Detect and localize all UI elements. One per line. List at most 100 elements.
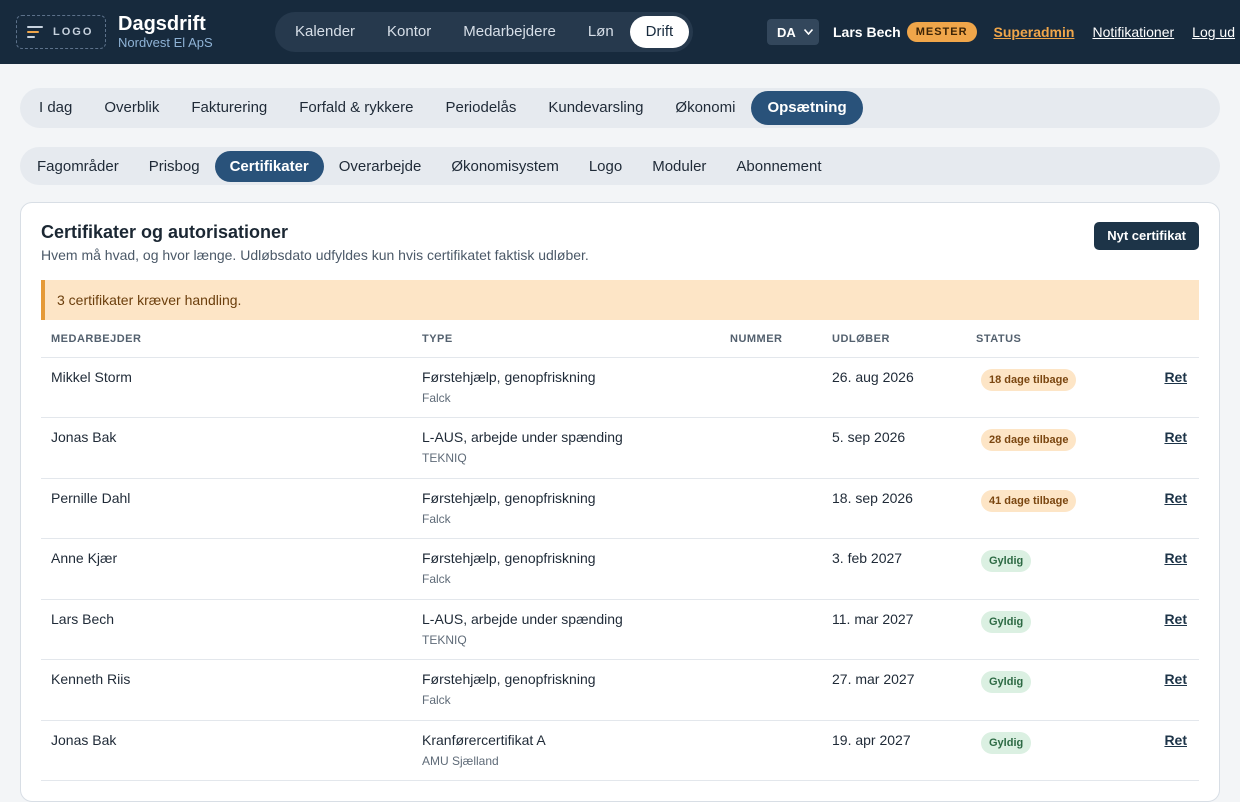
superadmin-link[interactable]: Superadmin bbox=[994, 24, 1075, 40]
tab-i-dag[interactable]: I dag bbox=[23, 91, 88, 125]
edit-link[interactable]: Ret bbox=[1164, 732, 1187, 748]
settings-subtabs: Fagområder Prisbog Certifikater Overarbe… bbox=[20, 147, 1220, 185]
cell-type: Førstehjælp, genopfriskning Falck bbox=[412, 538, 720, 600]
app-name: Dagsdrift bbox=[118, 13, 206, 35]
subtab-logo[interactable]: Logo bbox=[574, 151, 637, 182]
subtab-fagomraader[interactable]: Fagområder bbox=[22, 151, 134, 182]
role-badge: MESTER bbox=[906, 22, 977, 42]
tab-okonomi[interactable]: Økonomi bbox=[659, 91, 751, 125]
main-nav-drift[interactable]: Drift bbox=[629, 16, 690, 48]
cell-expires: 27. mar 2027 bbox=[822, 659, 966, 721]
cert-type: Førstehjælp, genopfriskning bbox=[422, 550, 596, 566]
logo-text: LOGO bbox=[53, 26, 94, 38]
cert-issuer: AMU Sjælland bbox=[422, 753, 499, 768]
tab-opsaetning[interactable]: Opsætning bbox=[751, 91, 863, 125]
main-nav-medarbejdere[interactable]: Medarbejdere bbox=[447, 16, 572, 48]
cert-issuer: Falck bbox=[422, 390, 451, 405]
logo-placeholder[interactable]: LOGO bbox=[16, 15, 106, 49]
cell-expires: 5. sep 2026 bbox=[822, 417, 966, 479]
col-header-action bbox=[1126, 321, 1199, 358]
col-header-status: STATUS bbox=[966, 321, 1126, 358]
cell-employee: Pernille Dahl bbox=[41, 478, 412, 539]
cell-status: 41 dage tilbage bbox=[966, 478, 1126, 539]
edit-link[interactable]: Ret bbox=[1164, 429, 1187, 445]
cert-issuer: TEKNIQ bbox=[422, 451, 467, 465]
new-certificate-button[interactable]: Nyt certifikat bbox=[1094, 222, 1199, 250]
table-header-row: MEDARBEJDER TYPE NUMMER UDLØBER STATUS bbox=[41, 321, 1199, 358]
subtab-certifikater[interactable]: Certifikater bbox=[214, 150, 324, 182]
table-row: Anne Kjær Førstehjælp, genopfriskning Fal… bbox=[41, 538, 1199, 600]
user-name: Lars Bech bbox=[833, 24, 901, 40]
cell-action: Ret bbox=[1126, 357, 1199, 418]
certificates-table: MEDARBEJDER TYPE NUMMER UDLØBER STATUS M… bbox=[41, 321, 1199, 781]
subtab-okonomisystem[interactable]: Økonomisystem bbox=[436, 151, 574, 182]
cell-status: Gyldig bbox=[966, 599, 1126, 660]
cell-expires: 11. mar 2027 bbox=[822, 599, 966, 660]
status-badge: Gyldig bbox=[981, 550, 1032, 572]
cell-employee: Anne Kjær bbox=[41, 538, 412, 600]
language-value: DA bbox=[777, 24, 796, 40]
main-nav-kontor[interactable]: Kontor bbox=[371, 16, 447, 48]
tab-periodelaas[interactable]: Periodelås bbox=[429, 91, 532, 125]
cert-issuer: Falck bbox=[422, 693, 451, 707]
chevron-down-icon bbox=[803, 29, 813, 35]
status-badge: 18 dage tilbage bbox=[981, 368, 1077, 391]
table-row: Jonas Bak L-AUS, arbejde under spænding T… bbox=[41, 417, 1199, 479]
status-badge: Gyldig bbox=[981, 610, 1032, 633]
cell-expires: 18. sep 2026 bbox=[822, 478, 966, 539]
edit-link[interactable]: Ret bbox=[1164, 369, 1187, 385]
edit-link[interactable]: Ret bbox=[1164, 611, 1187, 627]
tab-forfald-rykkere[interactable]: Forfald & rykkere bbox=[283, 91, 429, 125]
tab-fakturering[interactable]: Fakturering bbox=[175, 91, 283, 125]
subtab-overarbejde[interactable]: Overarbejde bbox=[324, 151, 437, 182]
main-nav-kalender[interactable]: Kalender bbox=[279, 16, 371, 48]
edit-link[interactable]: Ret bbox=[1164, 490, 1187, 506]
cell-type: L-AUS, arbejde under spænding TEKNIQ bbox=[412, 599, 720, 660]
subtab-moduler[interactable]: Moduler bbox=[637, 151, 721, 182]
cell-action: Ret bbox=[1126, 659, 1199, 721]
edit-link[interactable]: Ret bbox=[1164, 550, 1187, 566]
cell-employee: Mikkel Storm bbox=[41, 357, 412, 418]
cert-type: Førstehjælp, genopfriskning bbox=[422, 368, 596, 385]
top-bar: LOGO Dagsdrift Nordvest El ApS Kalender … bbox=[0, 0, 1240, 64]
action-required-alert: 3 certifikater kræver handling. bbox=[41, 280, 1199, 320]
cell-number bbox=[720, 478, 822, 539]
cell-expires: 19. apr 2027 bbox=[822, 720, 966, 781]
cell-expires: 3. feb 2027 bbox=[822, 538, 966, 600]
table-row: Mikkel Storm Førstehjælp, genopfriskning… bbox=[41, 357, 1199, 418]
cell-type: Førstehjælp, genopfriskning Falck bbox=[412, 659, 720, 721]
subtab-abonnement[interactable]: Abonnement bbox=[721, 151, 836, 182]
logout-link[interactable]: Log ud bbox=[1192, 24, 1235, 40]
notifications-link[interactable]: Notifikationer bbox=[1092, 24, 1174, 40]
cell-number bbox=[720, 720, 822, 781]
table-row: Kenneth Riis Førstehjælp, genopfriskning… bbox=[41, 659, 1199, 721]
cell-employee: Kenneth Riis bbox=[41, 659, 412, 721]
cell-status: Gyldig bbox=[966, 720, 1126, 781]
status-badge: Gyldig bbox=[981, 671, 1032, 693]
cell-number bbox=[720, 538, 822, 600]
col-header-number: NUMMER bbox=[720, 321, 822, 358]
main-nav-lon[interactable]: Løn bbox=[572, 16, 630, 48]
cell-action: Ret bbox=[1126, 720, 1199, 781]
cell-action: Ret bbox=[1126, 599, 1199, 660]
cell-type: Førstehjælp, genopfriskning Falck bbox=[412, 478, 720, 539]
cell-action: Ret bbox=[1126, 417, 1199, 479]
cert-type: Førstehjælp, genopfriskning bbox=[422, 671, 596, 687]
card-subtitle: Hvem må hvad, og hvor længe. Udløbsdato … bbox=[41, 247, 589, 263]
edit-link[interactable]: Ret bbox=[1164, 671, 1187, 687]
status-badge: 41 dage tilbage bbox=[981, 489, 1077, 512]
cell-number bbox=[720, 659, 822, 721]
cell-number bbox=[720, 599, 822, 660]
language-select[interactable]: DA bbox=[767, 19, 819, 45]
brand: Dagsdrift Nordvest El ApS bbox=[118, 13, 213, 51]
certificates-card: Certifikater og autorisationer Hvem må h… bbox=[20, 202, 1220, 802]
status-badge: Gyldig bbox=[981, 731, 1032, 754]
tab-kundevarsling[interactable]: Kundevarsling bbox=[532, 91, 659, 125]
col-header-expires: UDLØBER bbox=[822, 321, 966, 358]
cell-employee: Lars Bech bbox=[41, 599, 412, 660]
cert-type: Førstehjælp, genopfriskning bbox=[422, 489, 596, 506]
subtab-prisbog[interactable]: Prisbog bbox=[134, 151, 215, 182]
cert-type: Kranførercertifikat A bbox=[422, 731, 546, 748]
tab-overblik[interactable]: Overblik bbox=[88, 91, 175, 125]
main-nav: Kalender Kontor Medarbejdere Løn Drift bbox=[275, 12, 694, 52]
